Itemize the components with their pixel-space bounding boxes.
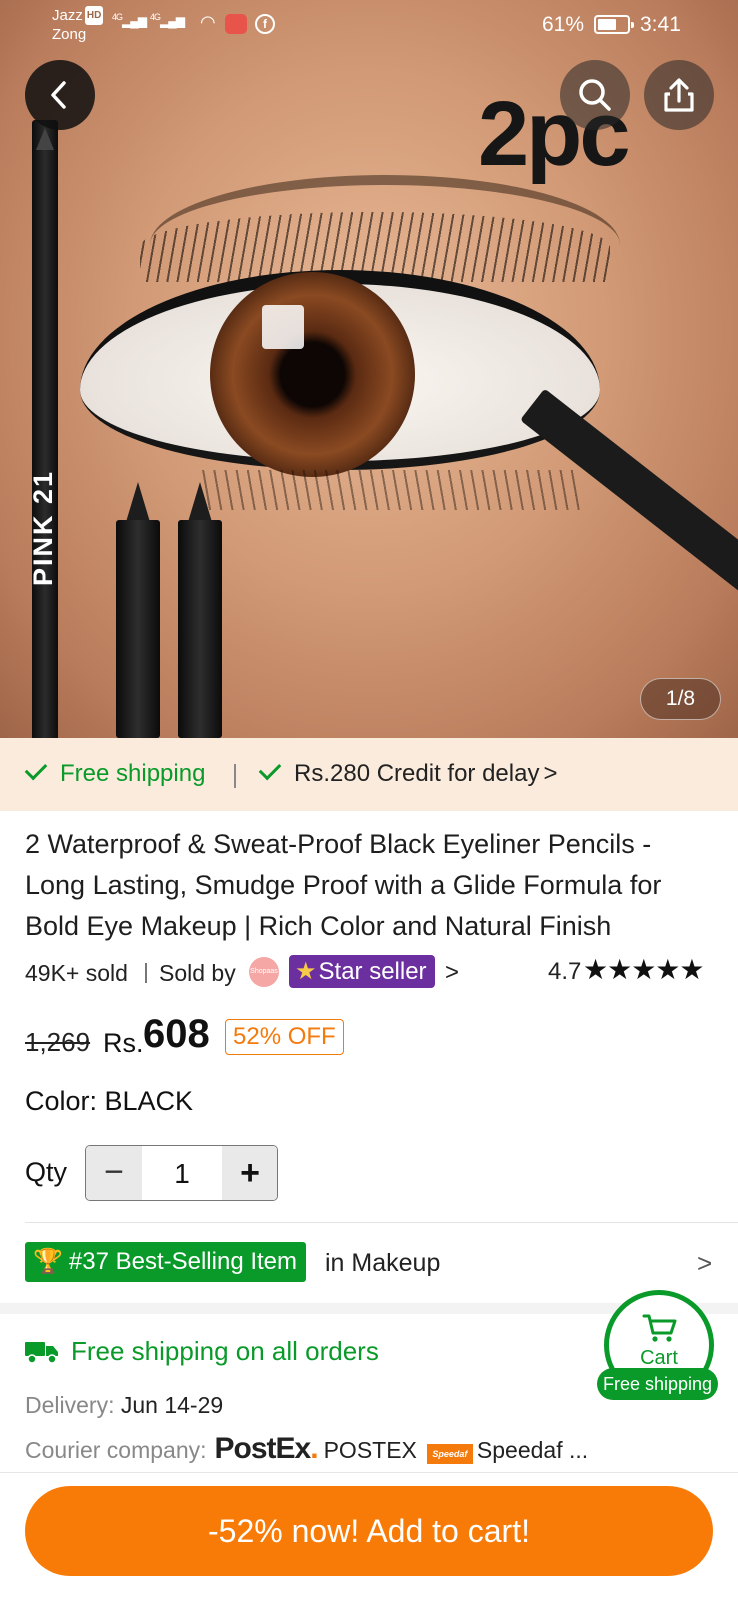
currency-symbol: Rs.: [103, 1028, 144, 1058]
carrier-1: Jazz: [52, 7, 83, 24]
quantity-row: Qty − 1 +: [25, 1145, 325, 1201]
star-icon: ★: [295, 958, 317, 985]
product-title: 2 Waterproof & Sweat-Proof Black Eyeline…: [25, 829, 662, 941]
trophy-icon: 🏆: [33, 1248, 63, 1275]
rating-stars-icon[interactable]: ★★★★★: [583, 953, 705, 986]
courier-companies: Courier company:PostExPOSTEXSpeedafSpeed…: [25, 1432, 588, 1466]
best-selling-category: in Makeup: [325, 1249, 441, 1277]
sold-count: 49K+ sold: [25, 960, 128, 986]
facebook-icon: f: [255, 14, 275, 34]
chevron-right-icon: >: [543, 760, 558, 787]
delay-credit-benefit[interactable]: Rs.280 Credit for delay >: [258, 757, 558, 788]
best-selling-row[interactable]: 🏆 #37 Best-Selling Item in Makeup >: [25, 1242, 715, 1284]
gallery-page-indicator: 1/8: [640, 678, 721, 720]
product-image[interactable]: PINK 21 2pc 1/8: [0, 0, 738, 738]
rating-value[interactable]: 4.7: [548, 958, 581, 986]
chevron-left-icon: [51, 81, 66, 109]
sold-by-label: Sold by: [159, 960, 236, 986]
quantity-stepper: − 1 +: [85, 1145, 278, 1201]
chevron-right-icon[interactable]: >: [445, 959, 459, 987]
eye-highlight: [262, 305, 304, 349]
battery-percent: 61%: [542, 13, 585, 36]
quantity-label: Qty: [25, 1157, 68, 1187]
pencil-tip: [36, 128, 54, 150]
pencil-brand-label: PINK 21: [28, 470, 58, 587]
free-shipping-title: Free shipping on all orders: [71, 1336, 379, 1366]
wifi-icon: ◠: [200, 12, 216, 32]
star-seller-badge[interactable]: ★Star seller: [289, 955, 435, 988]
add-to-cart-button[interactable]: -52% now! Add to cart!: [25, 1486, 713, 1576]
delivery-estimate: Delivery: Jun 14-29: [25, 1392, 224, 1418]
seller-logo[interactable]: Shopaas: [249, 957, 279, 987]
color-selection[interactable]: Color: BLACK: [25, 1086, 193, 1117]
free-shipping-benefit: Free shipping: [24, 757, 205, 788]
eyeliner-pencil-left: [32, 120, 58, 738]
signal-icon: 4G▂▄▆: [150, 12, 185, 28]
original-price: 1,269: [25, 1027, 91, 1057]
pencil-tip: [188, 482, 212, 522]
share-icon: [664, 78, 694, 112]
truck-icon: [25, 1342, 58, 1364]
divider: [145, 963, 147, 983]
divider: [25, 1222, 738, 1223]
signal-icon: 4G▂▄▆: [112, 12, 147, 28]
hd-badge: HD: [84, 6, 104, 25]
speedaf-logo: Speedaf: [426, 1444, 473, 1464]
app-notification-icon: [225, 14, 247, 34]
check-icon: [24, 757, 48, 781]
best-selling-badge: 🏆 #37 Best-Selling Item: [25, 1242, 307, 1282]
status-bar: Jazz HD Zong 4G▂▄▆ 4G▂▄▆ ◠ f 61% 3:41: [0, 0, 738, 48]
quantity-value[interactable]: 1: [142, 1146, 222, 1200]
eyeliner-pencil-stub: [178, 520, 222, 738]
divider: [234, 764, 236, 788]
back-button[interactable]: [25, 60, 95, 130]
courier-name: POSTEX: [323, 1437, 417, 1463]
cart-label: Cart: [640, 1347, 678, 1369]
carrier-info: Jazz HD Zong: [52, 6, 104, 44]
battery-charging-icon: [594, 15, 634, 34]
check-icon: [258, 757, 282, 781]
courier-name: Speedaf ...: [476, 1437, 589, 1463]
postex-logo: PostEx: [215, 1432, 318, 1465]
carrier-2: Zong: [52, 26, 87, 43]
sale-price: 608: [143, 1012, 210, 1056]
cart-icon: [642, 1314, 677, 1342]
shipping-benefits-bar[interactable]: Free shipping Rs.280 Credit for delay >: [0, 738, 738, 811]
divider: [0, 1472, 738, 1473]
pencil-tip: [126, 482, 150, 522]
lower-lashes: [200, 470, 580, 510]
discount-badge: 52% OFF: [225, 1019, 344, 1055]
search-icon: [579, 79, 611, 111]
cart-free-shipping-pill[interactable]: Free shipping: [597, 1368, 718, 1400]
chevron-right-icon: >: [697, 1248, 713, 1278]
price-row: 1,269 Rs. 608 52% OFF: [25, 1012, 715, 1062]
product-meta-row: 49K+ sold Sold by Shopaas ★Star seller >…: [25, 953, 715, 991]
search-button[interactable]: [560, 60, 630, 130]
decrement-button[interactable]: −: [86, 1146, 142, 1200]
eyeliner-pencil-applying: [520, 388, 738, 679]
share-button[interactable]: [644, 60, 714, 130]
iris: [210, 272, 415, 477]
eyeliner-pencil-stub: [116, 520, 160, 738]
increment-button[interactable]: +: [222, 1146, 277, 1200]
clock: 3:41: [640, 13, 681, 36]
